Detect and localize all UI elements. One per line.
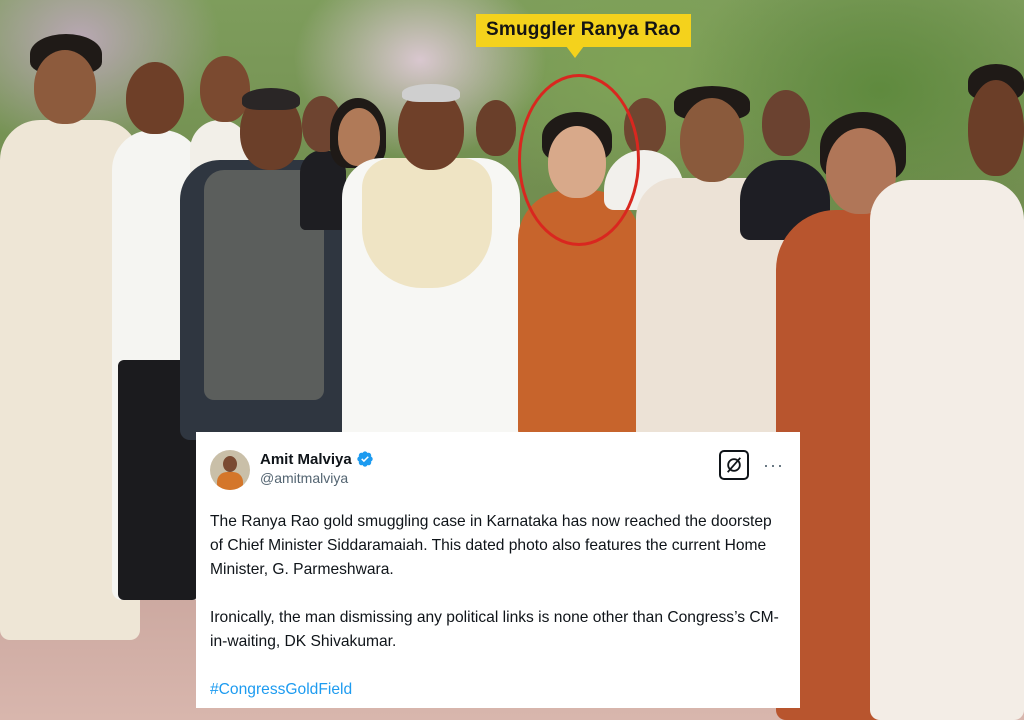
grok-icon [727, 457, 741, 473]
highlight-circle [518, 74, 640, 246]
tweet-header: Amit Malviya @amitmalviya ··· [210, 450, 784, 496]
tweet-text: The Ranya Rao gold smuggling case in Kar… [210, 510, 780, 654]
grok-button[interactable] [719, 450, 750, 480]
author-display-name[interactable]: Amit Malviya [260, 451, 352, 468]
author-info: Amit Malviya @amitmalviya [260, 450, 374, 486]
tweet-paragraph-1: The Ranya Rao gold smuggling case in Kar… [210, 513, 772, 578]
hashtag-link[interactable]: #CongressGoldField [210, 678, 784, 702]
label-pointer [566, 46, 584, 58]
avatar[interactable] [210, 450, 250, 490]
tweet-card: Amit Malviya @amitmalviya ··· The Ranya … [196, 432, 800, 708]
tweet-actions: ··· [719, 450, 784, 480]
smuggler-label: Smuggler Ranya Rao [476, 14, 691, 47]
more-dots-icon[interactable]: ··· [763, 456, 784, 474]
author-handle[interactable]: @amitmalviya [260, 470, 374, 486]
verified-badge-icon [357, 451, 373, 467]
tweet-paragraph-2: Ironically, the man dismissing any polit… [210, 609, 779, 650]
